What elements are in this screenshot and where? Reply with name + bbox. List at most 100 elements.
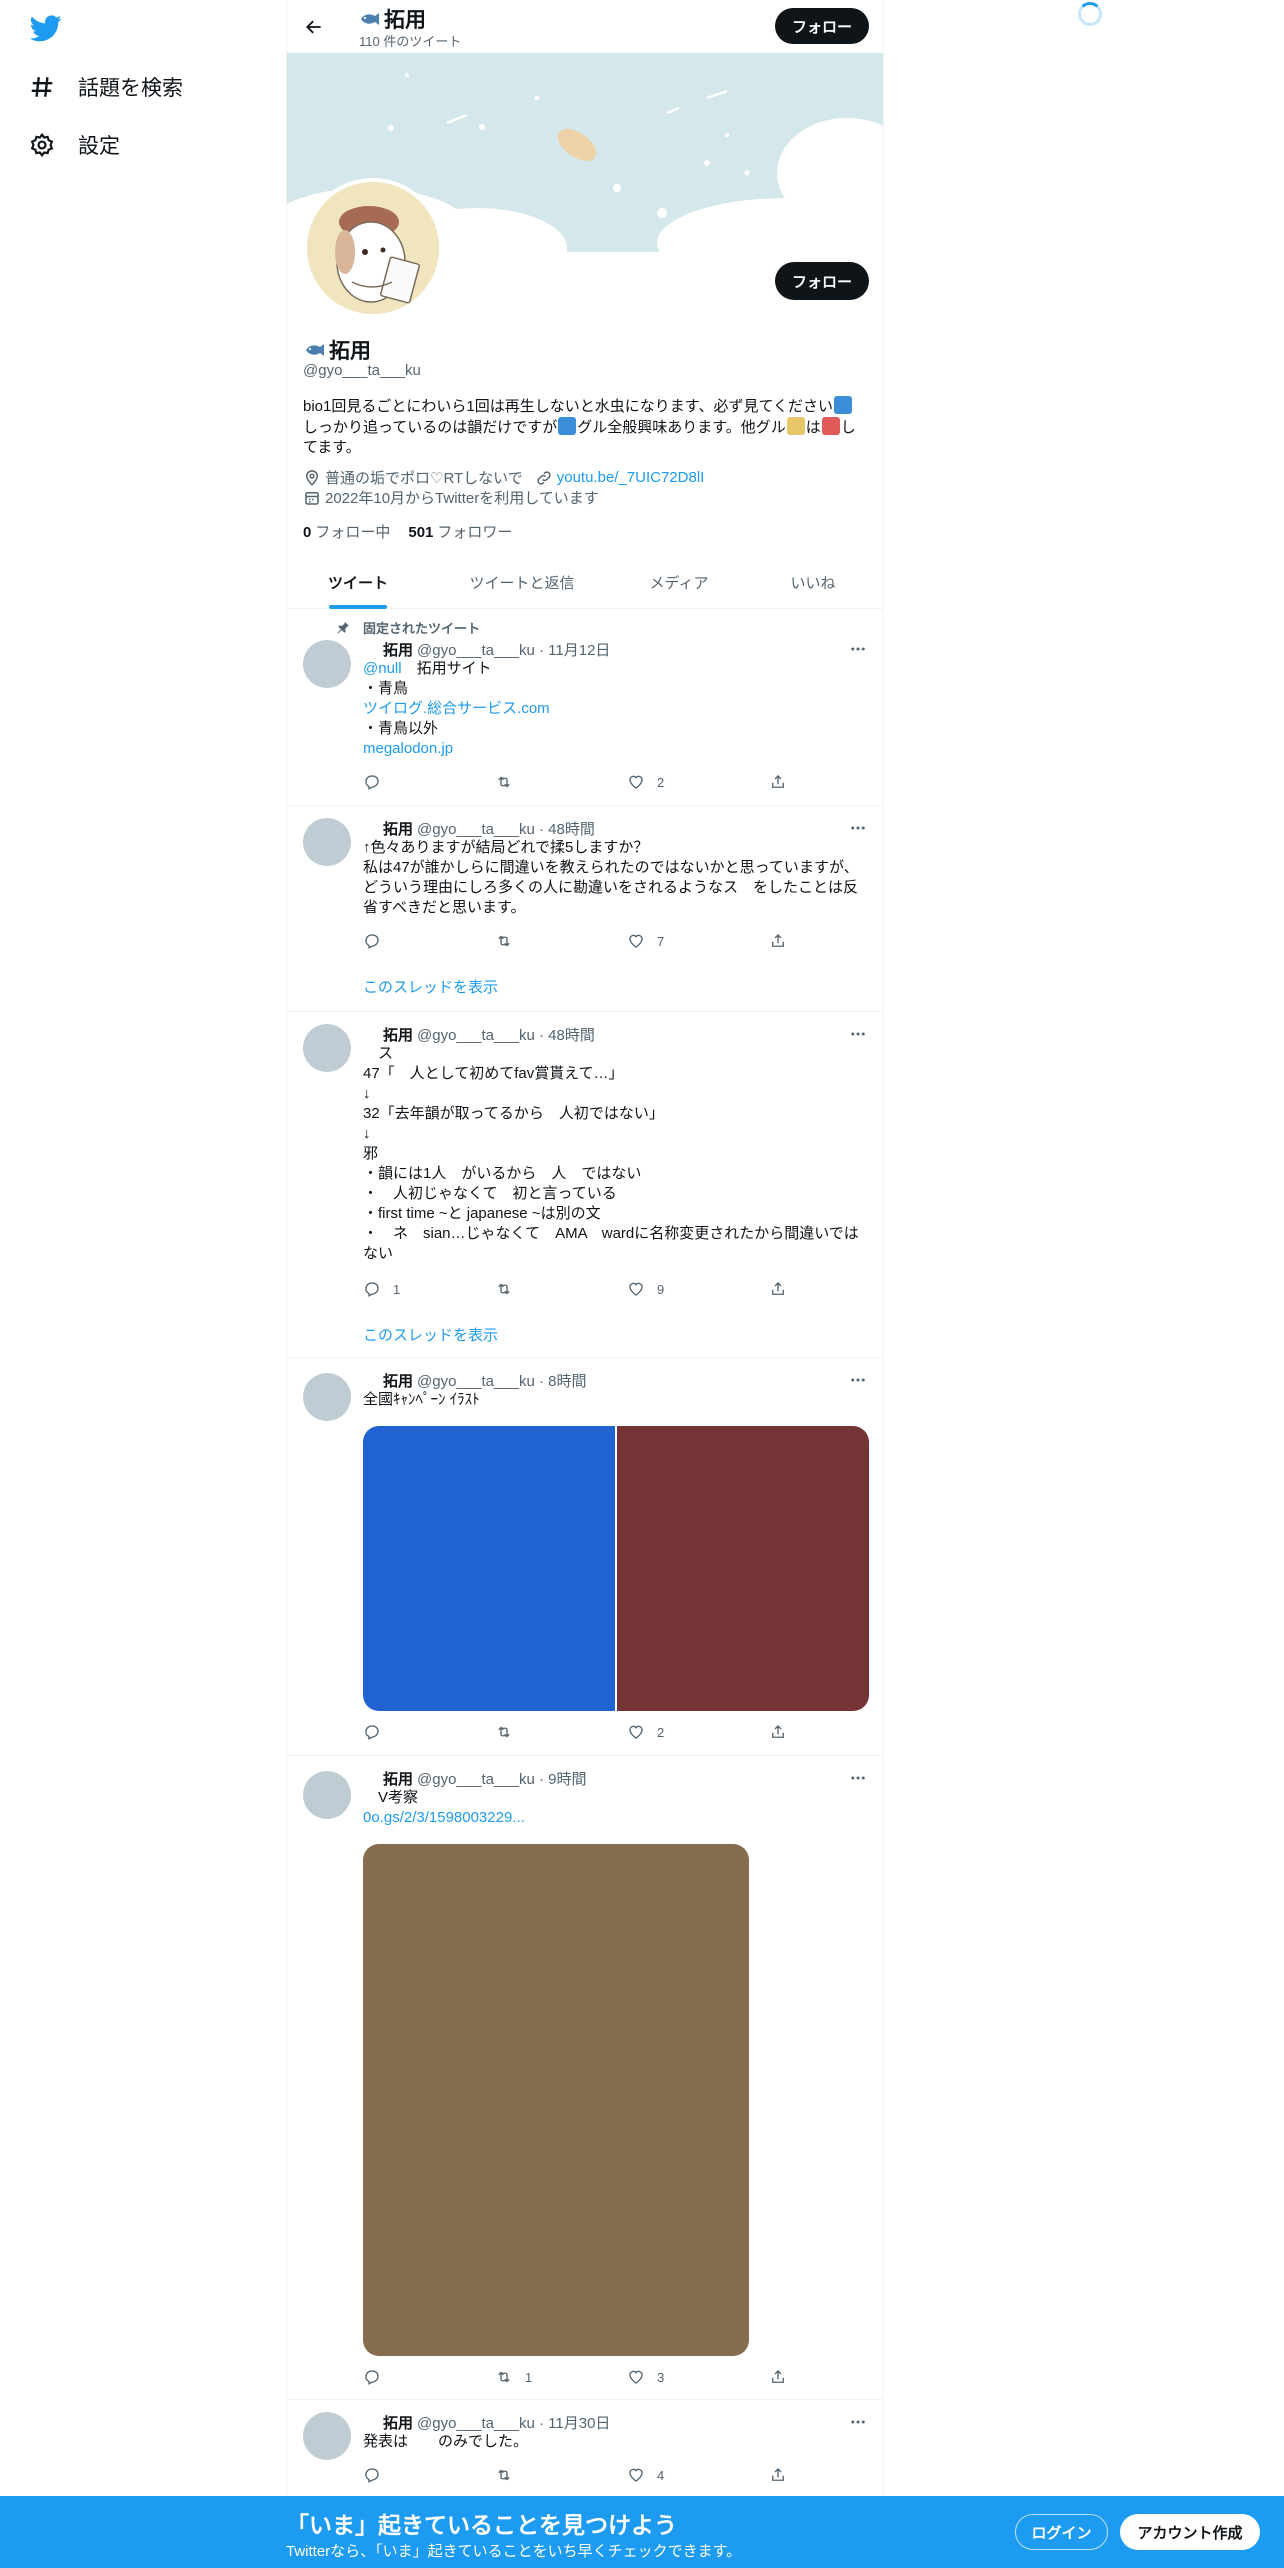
nav-settings-label: 設定: [78, 135, 120, 158]
tweet-image[interactable]: [363, 1426, 615, 1711]
like-button[interactable]: 2: [627, 1723, 664, 1741]
tweet-header: 拓用 @gyo___ta___ku · 11月30日: [363, 2412, 610, 2433]
more-options-icon[interactable]: [847, 818, 869, 838]
bio-line: しっかり追っているのは韻だけですが グル全般興味あります。他グルはし: [303, 417, 856, 436]
left-sidebar: 話題を検索 設定: [0, 0, 286, 2568]
retweet-button[interactable]: [495, 932, 525, 950]
share-button[interactable]: [769, 2368, 799, 2386]
retweet-icon: [495, 932, 513, 950]
retweet-button[interactable]: [495, 773, 525, 791]
tweet-media-grid: [363, 1426, 869, 1711]
profile-column: 拓用 110 件のツイート フォロー フォロー 拓用 @gyo___ta___k…: [286, 0, 884, 2568]
tweet-avatar[interactable]: [303, 1024, 351, 1072]
profile-handle: @gyo___ta___ku: [303, 362, 421, 379]
tweet-text: V考察 0o.gs/2/3/1598003229...: [363, 1788, 869, 1828]
more-options-icon[interactable]: [847, 2412, 869, 2432]
share-button[interactable]: [769, 2466, 799, 2484]
tweet-link[interactable]: ツイログ.総合サービス.com: [363, 699, 869, 719]
follow-button[interactable]: フォロー: [775, 262, 869, 300]
tweet-author-name[interactable]: 拓用: [383, 1024, 413, 1045]
retweet-button[interactable]: [495, 2466, 525, 2484]
show-thread-link[interactable]: このスレッドを表示: [363, 976, 498, 997]
tab-media[interactable]: メディア: [615, 555, 743, 609]
nav-settings[interactable]: 設定: [28, 120, 120, 170]
nav-explore[interactable]: 話題を検索: [28, 62, 183, 112]
back-arrow-icon[interactable]: [301, 14, 327, 40]
tab-likes[interactable]: いいね: [743, 555, 883, 609]
profile-joined-row: 2022年10月からTwitterを利用しています: [303, 487, 599, 508]
retweet-button[interactable]: 1: [495, 2368, 532, 2386]
fish-emoji-icon: [303, 338, 327, 362]
like-button[interactable]: 2: [627, 773, 664, 791]
tweet[interactable]: 拓用 @gyo___ta___ku · 48時間 ↑色々ありますが結局どれで揉5…: [287, 806, 883, 1012]
profile-website-link[interactable]: youtu.be/_7UIC72D8lI: [557, 469, 705, 486]
reply-button[interactable]: [363, 2466, 393, 2484]
reply-button[interactable]: [363, 773, 393, 791]
reply-button[interactable]: 1: [363, 1280, 400, 1298]
profile-joined-date: 2022年10月からTwitterを利用しています: [325, 490, 599, 507]
reply-button[interactable]: [363, 932, 393, 950]
tweet-image[interactable]: [617, 1426, 869, 1711]
share-button[interactable]: [769, 773, 799, 791]
bio-line: bio1回見るごとにわいら1回は再生しないと水虫になります、必ず見てください: [303, 396, 869, 417]
tweet-avatar[interactable]: [303, 640, 351, 688]
login-button[interactable]: ログイン: [1015, 2514, 1108, 2550]
signup-banner-subtitle: Twitterなら、「いま」起きていることをいち早くチェックできます。: [286, 2543, 742, 2560]
profile-tabs: ツイート ツイートと返信 メディア いいね: [287, 555, 883, 609]
like-button[interactable]: 9: [627, 1280, 664, 1298]
tweet-actions: 2: [363, 773, 803, 793]
tweet-link[interactable]: megalodon.jp: [363, 739, 869, 759]
pinned-label: 固定されたツイート: [335, 618, 480, 637]
share-button[interactable]: [769, 1280, 799, 1298]
follow-button-header[interactable]: フォロー: [775, 8, 869, 44]
following-stat[interactable]: 0 フォロー中: [303, 521, 390, 542]
more-options-icon[interactable]: [847, 1024, 869, 1044]
tweet-avatar[interactable]: [303, 1373, 351, 1421]
reply-icon: [363, 1280, 381, 1298]
more-options-icon[interactable]: [847, 1370, 869, 1390]
tweet-author-name[interactable]: 拓用: [383, 1370, 413, 1391]
retweet-icon: [495, 1723, 513, 1741]
share-button[interactable]: [769, 1723, 799, 1741]
tweet-header: 拓用 @gyo___ta___ku · 48時間: [363, 1024, 595, 1045]
tweet-avatar[interactable]: [303, 2412, 351, 2460]
retweet-button[interactable]: [495, 1280, 525, 1298]
show-thread-link[interactable]: このスレッドを表示: [363, 1324, 498, 1345]
share-button[interactable]: [769, 932, 799, 950]
like-button[interactable]: 7: [627, 932, 664, 950]
retweet-button[interactable]: [495, 1723, 525, 1741]
profile-header-bar: 拓用 110 件のツイート フォロー: [287, 0, 883, 53]
tweet[interactable]: 拓用 @gyo___ta___ku · 48時間 ス 47「 人として初めてfa…: [287, 1012, 883, 1358]
more-options-icon[interactable]: [847, 639, 869, 659]
reply-button[interactable]: [363, 2368, 393, 2386]
tweet[interactable]: 拓用 @gyo___ta___ku · 8時間 全國ｷｬﾝﾍﾟｰﾝ ｲﾗｽﾄ 2: [287, 1358, 883, 1756]
tweet-avatar[interactable]: [303, 1771, 351, 1819]
tweet-author-name[interactable]: 拓用: [383, 1768, 413, 1789]
tweet-meta: @gyo___ta___ku · 48時間: [417, 1027, 595, 1044]
mention-link[interactable]: @null: [363, 660, 402, 677]
tweet-author-name[interactable]: 拓用: [383, 818, 413, 839]
reply-icon: [363, 1723, 381, 1741]
tweet-avatar[interactable]: [303, 818, 351, 866]
tweet-author-name[interactable]: 拓用: [383, 639, 413, 660]
tab-tweets[interactable]: ツイート: [287, 555, 429, 609]
tab-tweets-and-replies[interactable]: ツイートと返信: [429, 555, 615, 609]
house-emoji-icon: [786, 417, 805, 435]
followers-stat[interactable]: 501 フォロワー: [408, 521, 512, 542]
tweet-link[interactable]: 0o.gs/2/3/1598003229...: [363, 1808, 869, 1828]
signup-button[interactable]: アカウント作成: [1120, 2514, 1260, 2550]
more-options-icon[interactable]: [847, 1768, 869, 1788]
profile-avatar[interactable]: [303, 178, 443, 318]
location-pin-icon: [303, 469, 321, 487]
reply-button[interactable]: [363, 1723, 393, 1741]
like-button[interactable]: 3: [627, 2368, 664, 2386]
tweet-image[interactable]: [363, 1844, 749, 2356]
twitter-logo-icon[interactable]: [29, 12, 66, 48]
tweet-pinned[interactable]: 固定されたツイート 拓用 @gyo___ta___ku · 11月12日 @nu…: [287, 610, 883, 806]
like-button[interactable]: 4: [627, 2466, 664, 2484]
tweet-actions: 2: [363, 1723, 803, 1743]
share-icon: [769, 2466, 787, 2484]
tweet-header: 拓用 @gyo___ta___ku · 8時間: [363, 1370, 587, 1391]
tweet[interactable]: 拓用 @gyo___ta___ku · 9時間 V考察 0o.gs/2/3/15…: [287, 1756, 883, 2400]
tweet-author-name[interactable]: 拓用: [383, 2412, 413, 2433]
